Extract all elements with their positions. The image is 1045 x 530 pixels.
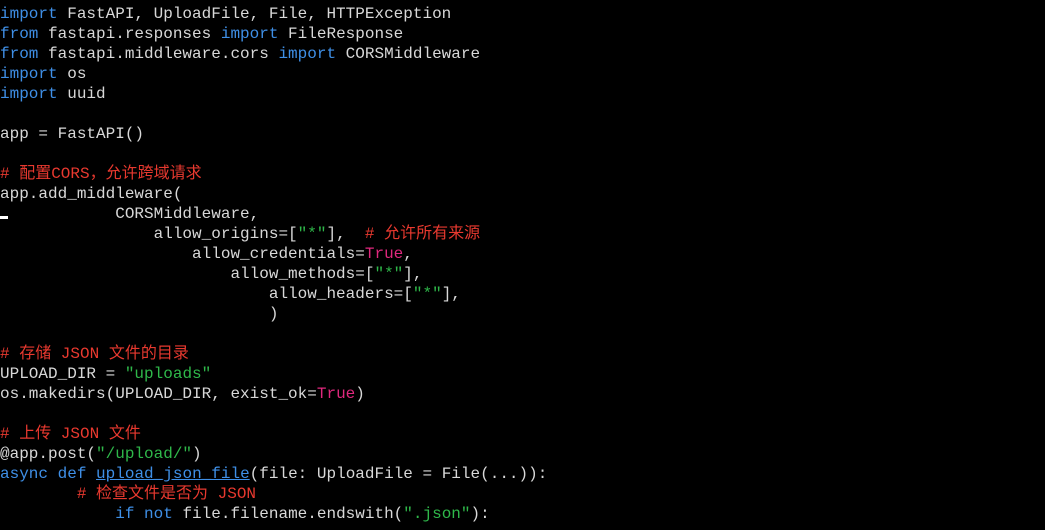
code-line: CORSMiddleware,	[0, 204, 259, 224]
code-line: allow_origins=["*"], # 允许所有来源	[0, 224, 480, 244]
code-token: ],	[326, 225, 365, 243]
code-token: ".json"	[403, 505, 471, 523]
code-token: from	[0, 25, 39, 43]
code-token: ],	[441, 285, 461, 303]
code-line: # 配置CORS，允许跨域请求	[0, 164, 202, 184]
code-token: os	[57, 65, 87, 83]
code-token: async	[0, 465, 49, 483]
code-token: True	[316, 385, 356, 403]
code-token: allow_origins=[	[0, 225, 298, 243]
code-token: # 允许所有来源	[364, 225, 481, 243]
code-token: fastapi.middleware.cors	[38, 45, 279, 63]
code-line: allow_credentials=True,	[0, 244, 413, 264]
code-token: if	[115, 505, 135, 523]
code-line: os.makedirs(UPLOAD_DIR, exist_ok=True)	[0, 384, 365, 404]
code-token: import	[0, 65, 58, 83]
code-line: import uuid	[0, 84, 106, 104]
code-line: if not file.filename.endswith(".json"):	[0, 504, 490, 524]
code-line: import FastAPI, UploadFile, File, HTTPEx…	[0, 4, 451, 24]
code-token: )	[0, 305, 279, 323]
code-token: "*"	[412, 285, 442, 303]
code-line: from fastapi.responses import FileRespon…	[0, 24, 403, 44]
code-token: app.add_middleware(	[0, 185, 183, 203]
code-token: (file: UploadFile = File(...)):	[249, 465, 548, 483]
code-line: async def upload_json_file(file: UploadF…	[0, 464, 547, 484]
code-token: )	[192, 445, 202, 463]
code-token: True	[364, 245, 404, 263]
code-line: from fastapi.middleware.cors import CORS…	[0, 44, 480, 64]
code-token: upload_json_file	[96, 465, 250, 483]
code-line: allow_methods=["*"],	[0, 264, 422, 284]
code-token: CORSMiddleware	[336, 45, 481, 63]
code-line: # 存储 JSON 文件的目录	[0, 344, 189, 364]
code-token: from	[0, 45, 39, 63]
code-token: os.makedirs(UPLOAD_DIR, exist_ok=	[0, 385, 317, 403]
code-token: import	[278, 45, 337, 63]
code-line: app.add_middleware(	[0, 184, 182, 204]
code-token: "uploads"	[124, 365, 212, 383]
code-token: UPLOAD_DIR =	[0, 365, 125, 383]
code-token: # 检查文件是否为 JSON	[76, 485, 257, 503]
code-token: file.filename.endswith(	[172, 505, 404, 523]
code-line: )	[0, 304, 279, 324]
code-line: # 检查文件是否为 JSON	[0, 484, 256, 504]
code-line: app = FastAPI()	[0, 124, 144, 144]
code-token: app = FastAPI()	[0, 125, 145, 143]
code-token: allow_credentials=	[0, 245, 365, 263]
code-token: # 配置CORS，允许跨域请求	[0, 165, 202, 183]
text-cursor	[0, 216, 8, 219]
code-line: import os	[0, 64, 86, 84]
code-token: import	[0, 5, 58, 23]
code-token: FastAPI, UploadFile, File, HTTPException	[57, 5, 452, 23]
code-token: allow_methods=[	[0, 265, 375, 283]
code-token: not	[144, 505, 173, 523]
code-token: allow_headers=[	[0, 285, 413, 303]
code-token: ,	[403, 245, 413, 263]
code-token: ],	[403, 265, 423, 283]
code-line: @app.post("/upload/")	[0, 444, 202, 464]
code-token: # 上传 JSON 文件	[0, 425, 141, 443]
code-token: def	[57, 465, 87, 483]
code-token: @app.post(	[0, 445, 97, 463]
code-token: "*"	[374, 265, 404, 283]
code-token: FileResponse	[278, 25, 404, 43]
code-token: )	[355, 385, 365, 403]
code-line: allow_headers=["*"],	[0, 284, 461, 304]
code-token: uuid	[57, 85, 106, 103]
code-token: "/upload/"	[96, 445, 193, 463]
code-token: ):	[470, 505, 490, 523]
code-line: UPLOAD_DIR = "uploads"	[0, 364, 211, 384]
code-token: # 存储 JSON 文件的目录	[0, 345, 189, 363]
code-token: fastapi.responses	[38, 25, 221, 43]
code-line: # 上传 JSON 文件	[0, 424, 141, 444]
code-token: "*"	[297, 225, 327, 243]
code-token: import	[220, 25, 279, 43]
code-token: CORSMiddleware,	[0, 205, 260, 223]
code-token: import	[0, 85, 58, 103]
code-editor[interactable]: import FastAPI, UploadFile, File, HTTPEx…	[0, 0, 1045, 530]
